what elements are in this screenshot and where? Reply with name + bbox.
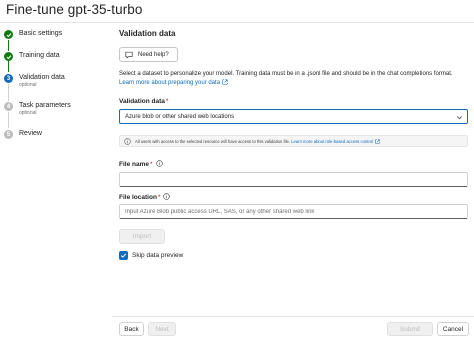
- step-validation-data[interactable]: 3 Validation data optional: [4, 73, 65, 88]
- chevron-down-icon: [457, 116, 462, 120]
- chat-help-icon: [125, 51, 133, 58]
- required-mark: *: [165, 98, 169, 105]
- validation-data-label-text: Validation data: [119, 98, 165, 105]
- checkbox-checked[interactable]: [119, 251, 128, 260]
- validation-data-label: Validation data*: [119, 98, 168, 105]
- info-icon[interactable]: [163, 193, 171, 200]
- rbac-link-text: Learn more about role-based access contr…: [291, 138, 374, 144]
- skip-data-preview-checkbox[interactable]: Skip data preview: [119, 251, 183, 260]
- validation-data-dropdown[interactable]: Azure blob or other shared web locations: [119, 109, 468, 124]
- wizard-title: Fine-tune gpt-35-turbo: [6, 2, 143, 17]
- step-training-data[interactable]: Training data: [4, 51, 60, 61]
- need-help-label: Need help?: [138, 51, 169, 58]
- notice-text: All users with access to the selected re…: [135, 138, 291, 144]
- header-divider: [0, 22, 474, 23]
- step-number: 5: [4, 130, 13, 139]
- back-button[interactable]: Back: [119, 322, 144, 336]
- step-label: Task parameters: [19, 102, 71, 109]
- description-text: Select a dataset to personalize your mod…: [119, 71, 453, 77]
- description: Select a dataset to personalize your mod…: [119, 70, 469, 88]
- checkmark-icon: [4, 52, 13, 61]
- file-location-input[interactable]: [119, 204, 468, 219]
- external-link-icon: [375, 138, 380, 144]
- checkmark-icon: [4, 30, 13, 39]
- step-optional-tag: optional: [19, 110, 37, 116]
- step-number: 3: [4, 74, 13, 83]
- learn-more-data-link[interactable]: Learn more about preparing your data: [119, 79, 228, 86]
- access-notice: All users with access to the selected re…: [119, 135, 468, 147]
- file-location-label-text: File location: [119, 194, 157, 201]
- need-help-button[interactable]: Need help?: [119, 47, 178, 62]
- access-notice-text: All users with access to the selected re…: [135, 139, 380, 144]
- step-task-parameters[interactable]: 4 Task parameters optional: [4, 101, 71, 116]
- step-connector: [8, 40, 9, 51]
- import-button[interactable]: Import: [119, 229, 165, 244]
- file-name-label: File name*: [119, 160, 163, 168]
- info-icon: [124, 137, 131, 145]
- external-link-icon: [222, 79, 228, 85]
- submit-button[interactable]: Submit: [387, 322, 433, 336]
- file-location-label: File location*: [119, 193, 171, 201]
- step-label: Basic settings: [19, 30, 63, 37]
- footer-divider: [112, 316, 474, 317]
- step-review[interactable]: 5 Review: [4, 129, 42, 139]
- step-label: Validation data: [19, 74, 65, 81]
- step-number: 4: [4, 102, 13, 111]
- checkmark-icon: [120, 253, 127, 258]
- step-label: Review: [19, 130, 42, 137]
- step-basic-settings[interactable]: Basic settings: [4, 29, 62, 39]
- next-button[interactable]: Next: [148, 322, 176, 336]
- file-name-input[interactable]: [119, 172, 468, 187]
- step-label: Training data: [19, 52, 60, 59]
- cancel-button[interactable]: Cancel: [437, 322, 469, 336]
- info-icon[interactable]: [155, 160, 163, 167]
- file-name-label-text: File name: [119, 161, 149, 168]
- skip-data-preview-label: Skip data preview: [132, 252, 184, 259]
- dropdown-value: Azure blob or other shared web locations: [125, 113, 235, 120]
- section-title: Validation data: [119, 29, 176, 38]
- rbac-learn-more-link[interactable]: Learn more about role-based access contr…: [291, 139, 380, 144]
- step-optional-tag: optional: [19, 82, 37, 88]
- learn-more-data-text: Learn more about preparing your data: [119, 80, 221, 86]
- required-mark: *: [157, 194, 161, 201]
- required-mark: *: [149, 161, 153, 168]
